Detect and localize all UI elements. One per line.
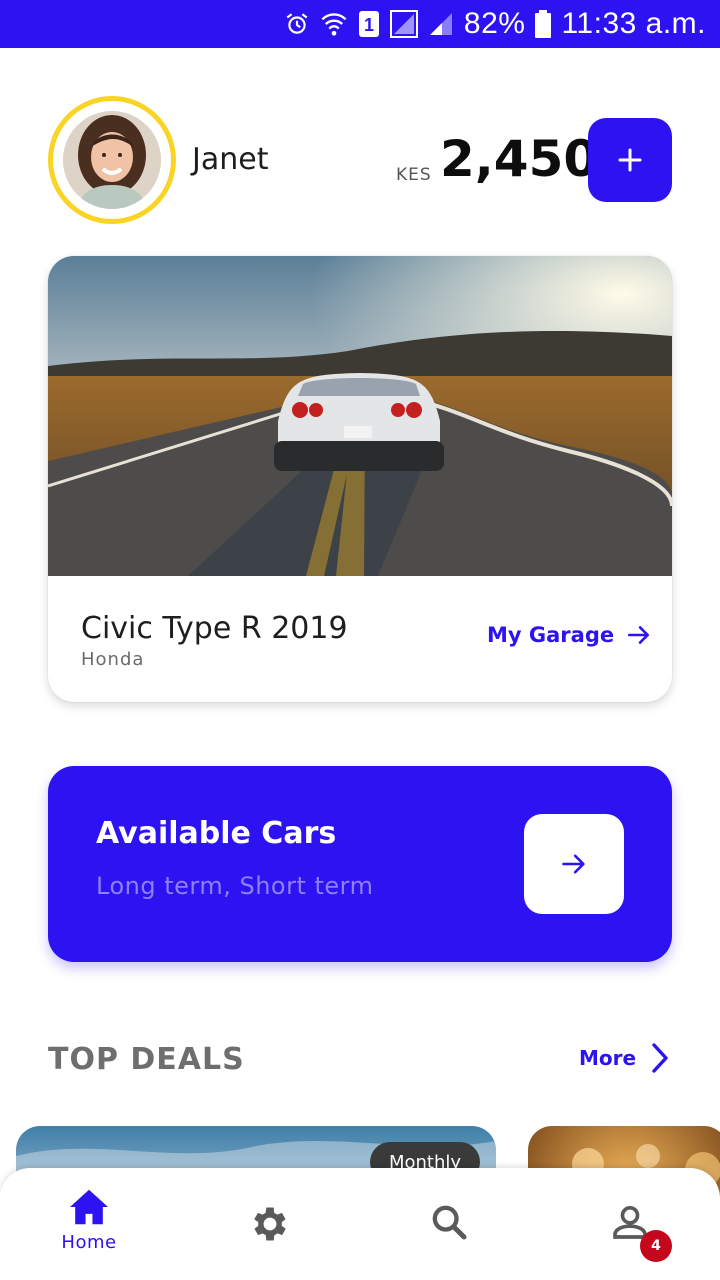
car-make: Honda bbox=[81, 649, 145, 670]
gear-icon bbox=[254, 1207, 286, 1241]
search-icon bbox=[432, 1205, 467, 1240]
user-name: Janet bbox=[192, 142, 269, 177]
sim-icon: 1 bbox=[358, 10, 380, 38]
available-cars-button[interactable] bbox=[524, 814, 624, 914]
avatar[interactable] bbox=[48, 96, 176, 224]
nav-profile[interactable]: 4 bbox=[570, 1168, 690, 1280]
arrow-right-icon bbox=[628, 626, 650, 644]
alarm-icon bbox=[284, 11, 310, 37]
status-bar: 1 82% 11:33 a.m. bbox=[0, 0, 720, 48]
home-screen: 1 82% 11:33 a.m. Janet KES 2,450 Civic T… bbox=[0, 0, 720, 1280]
chevron-right-icon bbox=[652, 1043, 668, 1073]
arrow-right-icon bbox=[562, 854, 585, 874]
status-time: 11:33 a.m. bbox=[561, 7, 706, 40]
available-cars-subtitle: Long term, Short term bbox=[96, 872, 374, 900]
balance-amount: 2,450 bbox=[440, 130, 599, 188]
wifi-icon bbox=[320, 11, 348, 37]
car-photo bbox=[48, 256, 672, 576]
signal-icon bbox=[428, 11, 454, 37]
sim-number: 1 bbox=[364, 15, 374, 35]
nav-home-label: Home bbox=[61, 1232, 117, 1253]
nav-settings[interactable] bbox=[210, 1168, 330, 1280]
home-icon bbox=[70, 1189, 108, 1225]
available-cars-title: Available Cars bbox=[96, 816, 337, 851]
battery-icon bbox=[535, 10, 552, 38]
more-label: More bbox=[579, 1046, 637, 1070]
top-deals-heading: TOP DEALS bbox=[48, 1042, 245, 1077]
plus-icon bbox=[618, 148, 642, 172]
add-funds-button[interactable] bbox=[588, 118, 672, 202]
more-deals-link[interactable]: More bbox=[579, 1042, 670, 1074]
notification-badge: 4 bbox=[640, 1230, 672, 1262]
my-garage-link[interactable]: My Garage bbox=[487, 622, 652, 648]
battery-percent: 82% bbox=[463, 7, 526, 40]
currency-label: KES bbox=[396, 165, 432, 185]
car-model: Civic Type R 2019 bbox=[81, 611, 348, 646]
bottom-navigation: Home 4 bbox=[0, 1168, 720, 1280]
nav-search[interactable] bbox=[389, 1168, 509, 1280]
my-car-card[interactable]: Civic Type R 2019 Honda My Garage bbox=[48, 256, 672, 702]
avatar-photo bbox=[63, 111, 161, 209]
nav-home[interactable]: Home bbox=[29, 1168, 149, 1280]
my-garage-label: My Garage bbox=[487, 623, 615, 647]
signal-icon bbox=[389, 10, 418, 38]
available-cars-banner[interactable]: Available Cars Long term, Short term bbox=[48, 766, 672, 962]
